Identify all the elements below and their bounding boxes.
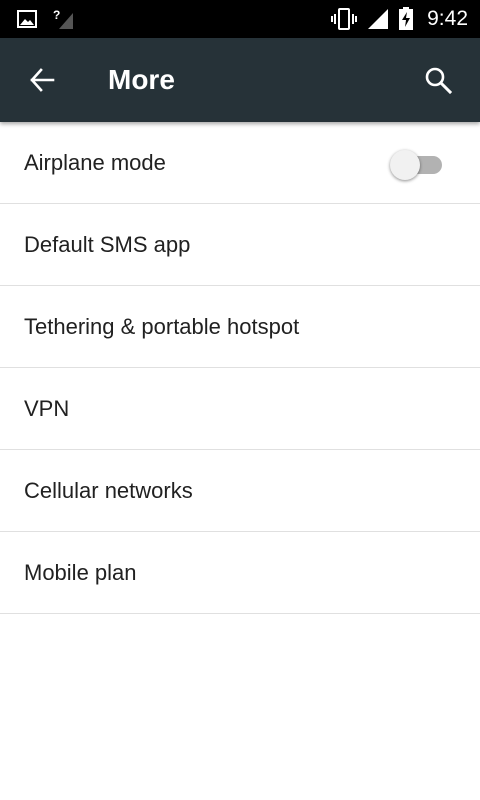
- settings-item-label: Mobile plan: [24, 560, 137, 585]
- signal-unknown-icon: ?: [50, 0, 76, 38]
- settings-item-label: Cellular networks: [24, 478, 193, 503]
- settings-item-label: Airplane mode: [24, 150, 166, 175]
- search-icon: [425, 67, 452, 94]
- arrow-back-icon: [30, 68, 55, 92]
- settings-list: Airplane mode Default SMS app Tethering …: [0, 122, 480, 614]
- back-button[interactable]: [18, 56, 66, 104]
- toggle-thumb: [390, 150, 420, 180]
- airplane-mode-toggle[interactable]: [390, 148, 444, 180]
- page-title: More: [108, 64, 175, 95]
- settings-item-default-sms-app[interactable]: Default SMS app: [0, 204, 480, 286]
- settings-item-label: VPN: [24, 396, 70, 421]
- settings-item-airplane-mode[interactable]: Airplane mode: [0, 122, 480, 204]
- search-button[interactable]: [414, 56, 462, 104]
- settings-item-vpn[interactable]: VPN: [0, 368, 480, 450]
- cell-signal-icon: [366, 0, 390, 38]
- settings-item-tethering-hotspot[interactable]: Tethering & portable hotspot: [0, 286, 480, 368]
- svg-text:?: ?: [53, 8, 60, 22]
- status-time: 9:42: [427, 7, 468, 30]
- image-notification-icon: [14, 0, 40, 38]
- app-toolbar: More: [0, 38, 480, 122]
- settings-item-label: Default SMS app: [24, 232, 191, 257]
- status-bar: ? 9:42: [0, 0, 480, 38]
- vibrate-icon: [330, 0, 358, 38]
- settings-item-cellular-networks[interactable]: Cellular networks: [0, 450, 480, 532]
- battery-charging-icon: [396, 0, 416, 38]
- settings-item-label: Tethering & portable hotspot: [24, 314, 300, 339]
- settings-item-mobile-plan[interactable]: Mobile plan: [0, 532, 480, 614]
